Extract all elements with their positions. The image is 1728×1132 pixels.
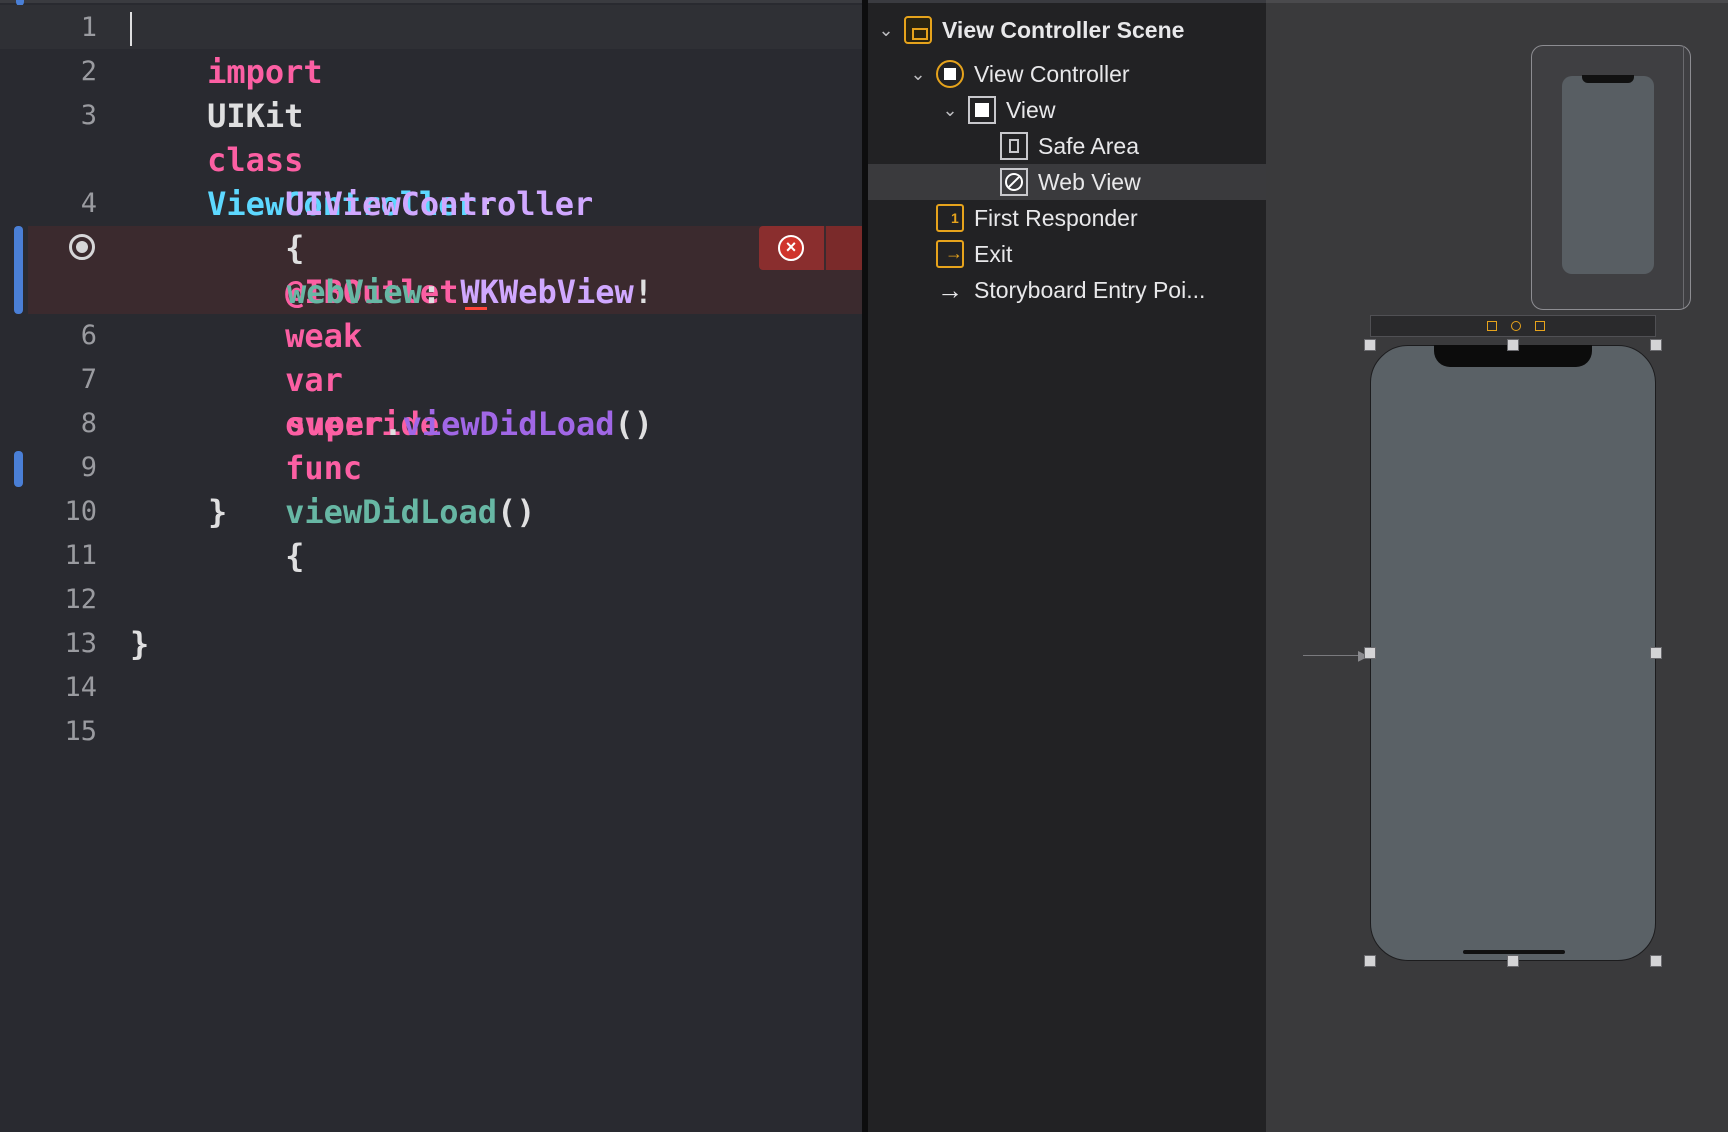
scene-icon (904, 16, 932, 44)
storyboard-canvas[interactable]: ▶ (1266, 0, 1728, 1132)
exit-icon (936, 240, 964, 268)
line-number[interactable]: 11 (0, 534, 97, 578)
colon: : (421, 273, 442, 311)
home-indicator (1463, 950, 1565, 954)
line-number[interactable]: 8 (0, 402, 97, 446)
property-name: webView (287, 273, 422, 311)
xmark-circle-icon[interactable]: × (778, 235, 804, 261)
line-number[interactable]: 15 (0, 710, 97, 754)
view-controller-icon (936, 60, 964, 88)
error-badge[interactable]: × (759, 226, 824, 270)
outline-item-storyboard-entry-point[interactable]: Storyboard Entry Poi... (974, 272, 1205, 308)
resize-handle[interactable] (1364, 955, 1376, 967)
resize-handle[interactable] (1650, 647, 1662, 659)
resize-handle[interactable] (1507, 955, 1519, 967)
outline-item-view-controller[interactable]: View Controller (974, 56, 1130, 92)
view-controller-dock-icon[interactable] (1487, 321, 1497, 331)
document-outline[interactable]: ⌄ View Controller Scene ⌄ View Controlle… (868, 0, 1266, 1132)
close-brace: } (130, 625, 150, 663)
change-bar (14, 226, 23, 314)
line-number[interactable]: 2 (0, 50, 97, 94)
outline-item-view-controller-scene[interactable]: View Controller Scene (942, 12, 1184, 48)
line-number[interactable]: 14 (0, 666, 97, 710)
code-line-8[interactable]: super.viewDidLoad() (287, 402, 653, 446)
outline-item-exit[interactable]: Exit (974, 236, 1012, 272)
code-line-13[interactable]: } (130, 622, 149, 666)
outlet-connection-icon[interactable] (69, 234, 95, 260)
view-icon (968, 96, 996, 124)
function-name: viewDidLoad (285, 493, 497, 531)
iphone-view-frame[interactable] (1370, 345, 1656, 961)
outline-top-border (868, 0, 1266, 3)
type-name: WKWebView (460, 273, 634, 311)
minimap-preview[interactable] (1531, 45, 1691, 310)
keyword-super: super (287, 405, 384, 443)
minimap-screen (1562, 76, 1654, 274)
line-number[interactable]: 3 (0, 94, 97, 138)
outline-item-web-view[interactable]: Web View (1038, 164, 1141, 200)
outline-item-safe-area[interactable]: Safe Area (1038, 128, 1139, 164)
line-number[interactable]: 10 (0, 490, 97, 534)
line-number[interactable]: 9 (0, 446, 97, 490)
open-brace: { (285, 537, 305, 575)
chevron-down-icon[interactable]: ⌄ (938, 92, 962, 128)
minimap-notch (1582, 75, 1634, 83)
line-number[interactable]: 4 (0, 182, 97, 226)
dot: . (383, 405, 403, 443)
resize-handle[interactable] (1364, 339, 1376, 351)
parens: () (614, 405, 654, 443)
resize-handle[interactable] (1507, 339, 1519, 351)
outline-item-view[interactable]: View (1006, 92, 1055, 128)
code-editor[interactable]: 1 2 3 4 6 7 8 9 10 11 12 13 14 15 import… (0, 0, 862, 1132)
resize-handle[interactable] (1650, 955, 1662, 967)
line-number[interactable]: 1 (0, 6, 97, 50)
line-number[interactable]: 6 (0, 314, 97, 358)
resize-handle[interactable] (1364, 647, 1376, 659)
outline-item-first-responder[interactable]: First Responder (974, 200, 1138, 236)
parens: () (496, 493, 536, 531)
code-line-10[interactable]: } (208, 490, 227, 534)
exit-dock-icon[interactable] (1535, 321, 1545, 331)
web-view-icon (1000, 168, 1028, 196)
error-underline (465, 307, 487, 310)
resize-handle[interactable] (1650, 339, 1662, 351)
canvas-top-border (1266, 0, 1728, 3)
keyword-func: func (285, 449, 363, 487)
entry-arrow-icon: → (937, 275, 963, 305)
chevron-down-icon[interactable]: ⌄ (906, 56, 930, 92)
keyword-import: import (207, 53, 323, 91)
safe-area-icon (1000, 132, 1028, 160)
minimap-edge (1683, 46, 1684, 308)
first-responder-icon (936, 204, 964, 232)
line-number[interactable]: 13 (0, 622, 97, 666)
line-number[interactable]: 7 (0, 358, 97, 402)
first-responder-dock-icon[interactable] (1511, 321, 1521, 331)
editor-top-border (0, 0, 862, 3)
error-message-tail[interactable] (826, 226, 862, 270)
keyword-weak: weak (285, 317, 363, 355)
text-cursor (130, 12, 132, 46)
scene-dock[interactable] (1370, 315, 1656, 337)
code-line-7[interactable]: override func viewDidLoad() { (208, 358, 536, 622)
superclass-name: UIViewController (285, 185, 594, 223)
bang: ! (633, 273, 654, 311)
close-brace: } (208, 493, 228, 531)
chevron-down-icon[interactable]: ⌄ (874, 12, 898, 48)
call-name: viewDidLoad (402, 405, 615, 443)
line-number[interactable]: 12 (0, 578, 97, 622)
